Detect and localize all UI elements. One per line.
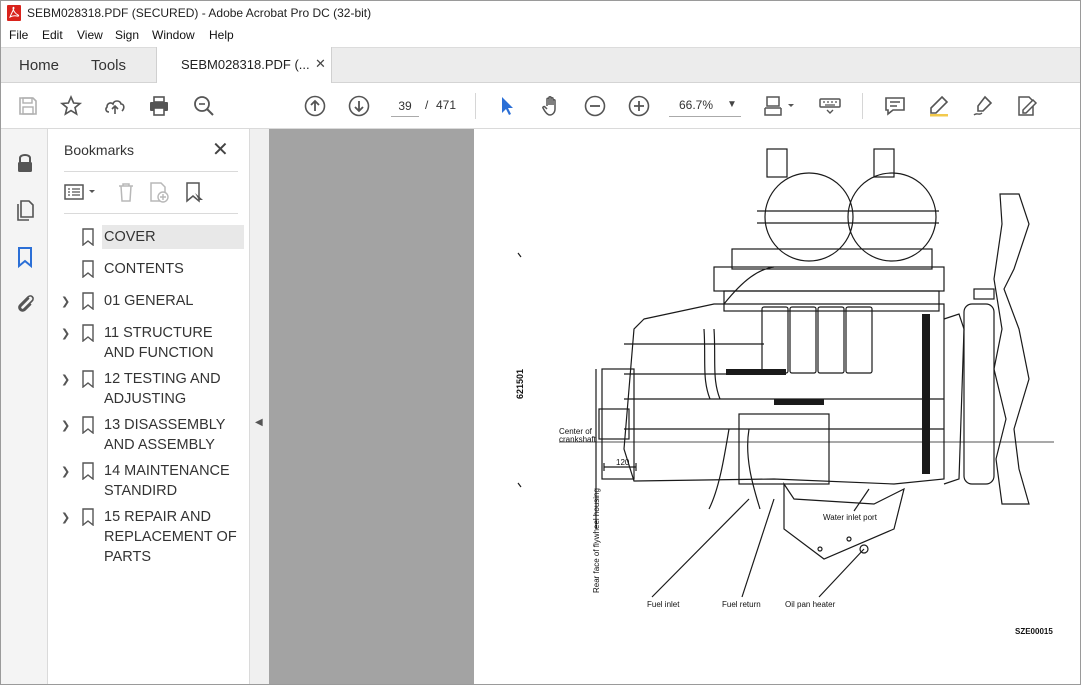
bookmark-label: 13 DISASSEMBLY AND ASSEMBLY	[104, 417, 226, 453]
print-icon[interactable]	[147, 94, 171, 118]
chevron-right-icon[interactable]: ❯	[61, 295, 70, 308]
close-tab-icon[interactable]: ✕	[315, 56, 326, 72]
pdf-page[interactable]: 621501 Rear face of flywheel housing Cen…	[474, 129, 1080, 684]
page-number-input[interactable]	[391, 95, 419, 117]
bookmark-label: 14 MAINTENANCE STANDIRD	[104, 463, 230, 499]
zoom-out-icon[interactable]	[583, 94, 607, 118]
bookmark-icon	[82, 370, 94, 388]
title-bar: SEBM028318.PDF (SECURED) - Adobe Acrobat…	[1, 1, 1080, 25]
acrobat-window: SEBM028318.PDF (SECURED) - Adobe Acrobat…	[0, 0, 1081, 685]
menu-view[interactable]: View	[77, 28, 103, 42]
highlight-pen-icon[interactable]	[927, 94, 951, 118]
hand-tool-icon[interactable]	[539, 94, 563, 118]
bookmark-label: COVER	[102, 225, 244, 249]
delete-bookmark-icon[interactable]	[115, 181, 137, 203]
tab-document[interactable]: SEBM028318.PDF (... ✕	[156, 47, 332, 84]
page-separator: /	[425, 98, 429, 112]
chevron-right-icon[interactable]: ❯	[61, 373, 70, 386]
bookmark-icon	[82, 260, 94, 278]
bookmark-label: 12 TESTING AND ADJUSTING	[104, 371, 221, 407]
bookmark-icon	[82, 292, 94, 310]
zoom-search-icon[interactable]	[192, 94, 216, 118]
navigation-rail	[1, 129, 48, 684]
panel-divider	[64, 171, 238, 172]
menu-bar: File Edit View Sign Window Help	[1, 25, 1080, 47]
toolbar: / 471 66.7% ▼	[1, 83, 1080, 129]
chevron-right-icon[interactable]: ❯	[61, 511, 70, 524]
close-panel-icon[interactable]: ✕	[212, 137, 229, 162]
bookmarks-panel: Bookmarks ✕ COVER CONTENTS ❯ 01 GENERAL ❯ 11 …	[48, 129, 250, 684]
menu-help[interactable]: Help	[209, 28, 234, 42]
zoom-select[interactable]: 66.7% ▼	[669, 95, 741, 117]
tab-home[interactable]: Home	[19, 57, 59, 74]
bookmark-icon	[82, 416, 94, 434]
upload-cloud-icon[interactable]	[103, 94, 127, 118]
chevron-right-icon[interactable]: ❯	[61, 465, 70, 478]
bookmark-icon	[82, 228, 94, 246]
save-icon[interactable]	[16, 94, 40, 118]
bookmark-icon	[82, 508, 94, 526]
previous-page-icon[interactable]	[303, 94, 327, 118]
document-canvas-background	[269, 129, 474, 684]
panel-collapse-handle[interactable]: ◀	[250, 129, 269, 684]
zoom-value: 66.7%	[679, 98, 714, 112]
chevron-right-icon[interactable]: ❯	[61, 327, 70, 340]
collapse-arrow-icon: ◀	[255, 417, 263, 428]
bookmark-label: CONTENTS	[104, 261, 184, 277]
menu-sign[interactable]: Sign	[115, 28, 139, 42]
toolbar-divider	[475, 93, 476, 119]
sign-pen-icon[interactable]	[971, 94, 995, 118]
attachment-icon[interactable]	[13, 291, 37, 315]
bookmark-star-icon[interactable]	[59, 94, 83, 118]
next-page-icon[interactable]	[347, 94, 371, 118]
pages-icon[interactable]	[13, 198, 37, 222]
page-total: 471	[436, 98, 457, 112]
find-bookmark-icon[interactable]	[183, 181, 205, 203]
tab-bar: Home Tools SEBM028318.PDF (... ✕	[1, 47, 1080, 84]
bookmarks-panel-icon[interactable]	[13, 245, 37, 269]
menu-file[interactable]: File	[9, 28, 28, 42]
panel-divider	[64, 213, 238, 214]
bookmark-icon	[82, 324, 94, 342]
select-cursor-icon[interactable]	[495, 94, 519, 118]
edit-pdf-icon[interactable]	[1015, 94, 1039, 118]
engine-illustration	[517, 148, 1054, 598]
new-bookmark-icon[interactable]	[147, 181, 169, 203]
document-tab-label: SEBM028318.PDF (...	[181, 57, 310, 72]
comment-icon[interactable]	[883, 94, 907, 118]
chevron-right-icon[interactable]: ❯	[61, 419, 70, 432]
lock-icon[interactable]	[13, 151, 37, 175]
bookmarks-title: Bookmarks	[64, 142, 135, 158]
bookmark-label: 11 STRUCTURE AND FUNCTION	[104, 325, 214, 361]
acrobat-icon	[7, 5, 21, 21]
menu-window[interactable]: Window	[152, 28, 195, 42]
page-fit-icon[interactable]	[762, 94, 798, 118]
toolbar-divider	[862, 93, 863, 119]
keyboard-icon[interactable]	[818, 94, 842, 118]
window-title: SEBM028318.PDF (SECURED) - Adobe Acrobat…	[27, 6, 372, 20]
bookmark-options-icon[interactable]	[63, 181, 99, 203]
bookmark-label: 01 GENERAL	[104, 293, 194, 309]
menu-edit[interactable]: Edit	[42, 28, 63, 42]
zoom-in-icon[interactable]	[627, 94, 651, 118]
tab-tools[interactable]: Tools	[91, 57, 126, 74]
chevron-down-icon: ▼	[727, 99, 737, 110]
bookmark-label: 15 REPAIR AND REPLACEMENT OF PARTS	[104, 509, 237, 565]
bookmark-icon	[82, 462, 94, 480]
